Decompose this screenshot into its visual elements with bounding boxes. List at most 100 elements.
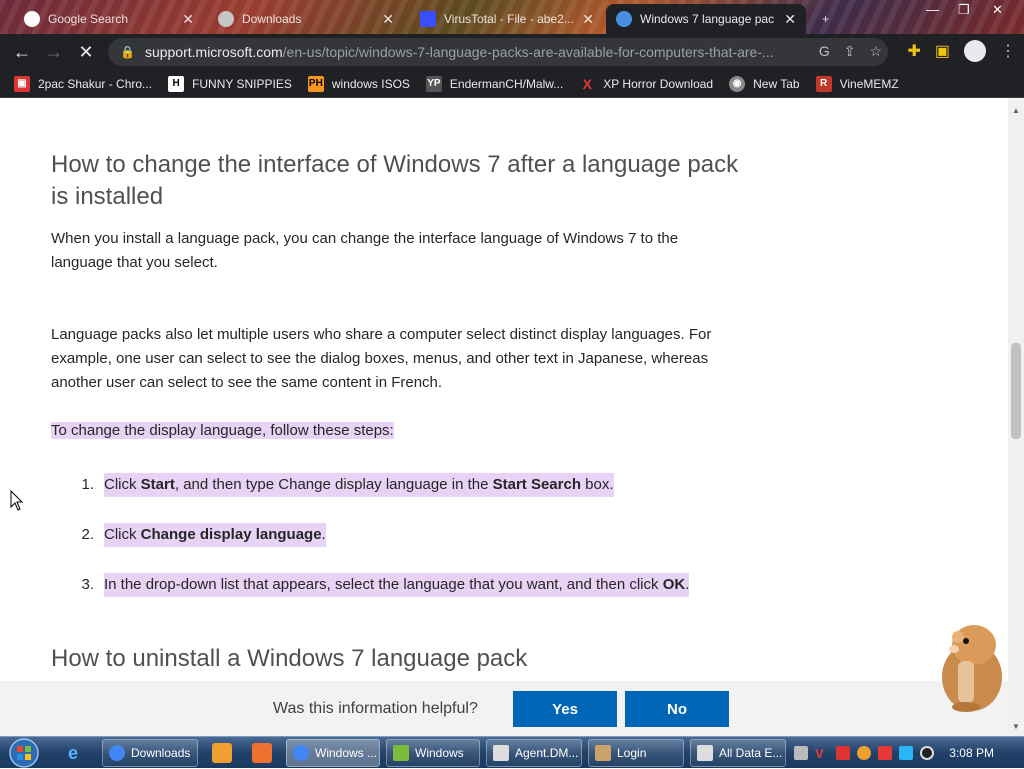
profile-avatar[interactable] xyxy=(964,40,986,62)
system-clock[interactable]: 3:08 PM xyxy=(949,746,994,760)
taskbar-label: All Data E... xyxy=(719,746,783,760)
downloads-icon xyxy=(218,11,234,27)
list-item: 2. Click Change display language. xyxy=(51,523,771,547)
url-path: /en-us/topic/windows-7-language-packs-ar… xyxy=(282,44,774,60)
close-tab-icon[interactable]: ✕ xyxy=(776,11,796,28)
tray-monitor-icon[interactable] xyxy=(899,746,913,760)
close-tab-icon[interactable]: ✕ xyxy=(174,11,194,28)
taskbar-button-login[interactable]: Login xyxy=(588,739,684,767)
taskbar-button-windows-chrome[interactable]: Windows ... xyxy=(286,739,380,767)
tray-flag-icon[interactable] xyxy=(878,746,892,760)
address-bar[interactable]: 🔒 support.microsoft.com/en-us/topic/wind… xyxy=(108,38,888,66)
bookmark-label: EndermanCH/Malw... xyxy=(449,76,564,91)
bookmark-funny-snippies[interactable]: H FUNNY SNIPPIES xyxy=(168,75,292,92)
tab-google-search[interactable]: Google Search ✕ xyxy=(14,4,204,34)
bookmark-star-icon[interactable]: ☆ xyxy=(869,43,882,60)
app-icon xyxy=(697,745,713,761)
feedback-bar: Was this information helpful? Yes No xyxy=(0,681,1008,736)
h-logo-icon: H xyxy=(168,75,185,92)
mouse-cursor-icon xyxy=(10,490,24,511)
taskbar-label: Login xyxy=(617,746,647,760)
taskbar-label: Windows ... xyxy=(315,746,378,760)
start-button[interactable] xyxy=(4,738,44,768)
tab-virustotal[interactable]: VirusTotal - File - abe2... ✕ xyxy=(410,4,604,34)
no-button[interactable]: No xyxy=(625,691,729,727)
close-window-icon[interactable]: ✕ xyxy=(992,2,1003,18)
lock-icon: 🔒 xyxy=(120,45,135,59)
close-tab-icon[interactable]: ✕ xyxy=(574,11,594,28)
yes-button[interactable]: Yes xyxy=(513,691,617,727)
bookmark-new-tab[interactable]: ◉ New Tab xyxy=(729,75,800,92)
yp-logo-icon: YP xyxy=(425,75,442,92)
tab-label: Windows 7 language pac xyxy=(640,12,775,26)
tab-downloads[interactable]: Downloads ✕ xyxy=(208,4,404,34)
feedback-question: Was this information helpful? xyxy=(273,700,478,717)
list-item: 3. In the drop-down list that appears, s… xyxy=(51,573,771,597)
new-tab-button[interactable]: + xyxy=(812,4,842,34)
tray-app-icon[interactable] xyxy=(836,746,850,760)
menu-kebab-icon[interactable]: ⋮ xyxy=(1000,41,1016,61)
bookmark-windows-isos[interactable]: PH windows ISOS xyxy=(307,75,410,92)
list-item: 1. Click Start, and then type Change dis… xyxy=(51,473,771,497)
plus-icon: + xyxy=(822,12,830,26)
steps-intro: To change the display language, follow t… xyxy=(51,419,394,443)
loading-icon xyxy=(616,11,632,27)
forward-button[interactable]: → xyxy=(38,36,70,68)
browser-toolbar: ← → ✕ 🔒 support.microsoft.com/en-us/topi… xyxy=(0,34,1024,70)
paragraph: Language packs also let multiple users w… xyxy=(51,326,712,391)
bookmark-xp-horror[interactable]: X XP Horror Download xyxy=(579,76,714,92)
stop-button[interactable]: ✕ xyxy=(70,36,102,68)
chrome-icon xyxy=(293,745,309,761)
taskbar-button-agent[interactable]: Agent.DM... xyxy=(486,739,582,767)
bookmark-label: 2pac Shakur - Chro... xyxy=(38,76,153,91)
tray-search-icon[interactable] xyxy=(857,746,871,760)
tab-label: VirusTotal - File - abe2... xyxy=(444,12,574,26)
minimize-icon[interactable]: — xyxy=(926,2,939,17)
app-icon xyxy=(493,745,509,761)
share-icon[interactable]: ⇪ xyxy=(844,43,856,60)
extensions-icon[interactable]: ✚ xyxy=(907,41,920,61)
app-icon[interactable] xyxy=(252,743,272,763)
bookmark-label: XP Horror Download xyxy=(603,76,714,91)
desktop-pet-hamster[interactable] xyxy=(930,615,1010,715)
steps-list: 1. Click Start, and then type Change dis… xyxy=(51,473,771,597)
tray-volume-icon[interactable] xyxy=(920,746,934,760)
highlighted-text: To change the display language, follow t… xyxy=(51,422,394,439)
taskbar-label: Downloads xyxy=(131,746,191,760)
bookmark-vinememz[interactable]: R VineMEMZ xyxy=(815,75,899,92)
page-scrollbar[interactable]: ▲ ▼ xyxy=(1008,98,1024,736)
tab-windows7-language-pack[interactable]: Windows 7 language pac ✕ xyxy=(606,4,806,34)
section-heading: How to change the interface of Windows 7… xyxy=(51,151,739,210)
scroll-up-icon[interactable]: ▲ xyxy=(1012,106,1020,115)
taskbar-label: Windows xyxy=(415,746,464,760)
url-host: support.microsoft.com xyxy=(144,44,283,60)
ph-logo-icon: PH xyxy=(307,75,324,92)
scroll-down-icon[interactable]: ▼ xyxy=(1012,722,1020,731)
tab-label: Downloads xyxy=(242,12,302,26)
media-player-icon[interactable] xyxy=(212,743,232,763)
windows-explorer-icon xyxy=(393,745,409,761)
bookmark-2pac[interactable]: ▣ 2pac Shakur - Chro... xyxy=(14,75,153,92)
step-number: 1. xyxy=(81,476,94,493)
taskbar-button-windows-explorer[interactable]: Windows xyxy=(386,739,480,767)
tray-app-icon[interactable] xyxy=(794,746,808,760)
tray-v-icon[interactable]: V xyxy=(815,746,829,761)
bookmark-label: FUNNY SNIPPIES xyxy=(192,76,292,91)
tab-label: Google Search xyxy=(48,12,129,26)
bookmark-endermanch[interactable]: YP EndermanCH/Malw... xyxy=(425,75,564,92)
step-text: In the drop-down list that appears, sele… xyxy=(104,573,690,597)
back-button[interactable]: ← xyxy=(6,36,38,68)
windows-taskbar: e Downloads Windows ... Windows Agent.DM… xyxy=(0,736,1024,768)
step-text: Click Change display language. xyxy=(104,523,326,547)
taskbar-button-all-data[interactable]: All Data E... xyxy=(690,739,786,767)
scroll-thumb[interactable] xyxy=(1011,343,1021,439)
side-panel-icon[interactable]: ▣ xyxy=(935,41,950,61)
google-lens-icon[interactable]: G xyxy=(819,43,830,60)
r-logo-icon: R xyxy=(815,75,832,92)
internet-explorer-icon[interactable]: e xyxy=(68,743,88,763)
taskbar-button-downloads[interactable]: Downloads xyxy=(102,739,198,767)
step-number: 3. xyxy=(81,576,94,593)
google-icon xyxy=(24,11,40,27)
restore-icon[interactable]: ❐ xyxy=(958,2,970,18)
close-tab-icon[interactable]: ✕ xyxy=(374,11,394,28)
